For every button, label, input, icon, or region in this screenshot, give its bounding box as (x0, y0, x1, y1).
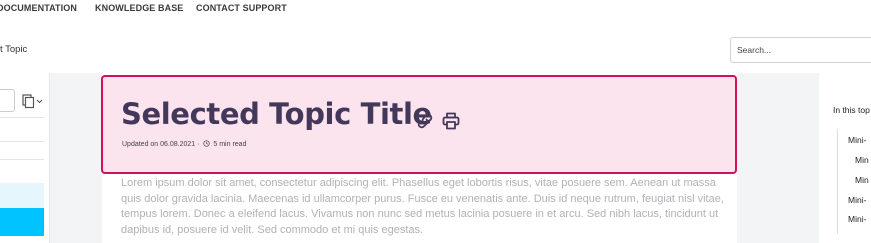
toc-item[interactable]: Min (855, 155, 869, 165)
sidebar-divider (0, 117, 44, 118)
nav-contact-support[interactable]: CONTACT SUPPORT (196, 3, 287, 13)
article-body: Lorem ipsum dolor sit amet, consectetur … (121, 177, 724, 236)
search-box (730, 37, 871, 63)
search-input[interactable] (731, 38, 871, 62)
page-title: Selected Topic Title (121, 97, 432, 131)
toc-divider (837, 129, 838, 234)
toc-title: In this top (833, 105, 870, 115)
title-card: Selected Topic Title Updated on 06.08.20… (101, 75, 737, 174)
sidebar-divider (0, 159, 44, 160)
sidebar-item-hover[interactable] (0, 183, 44, 208)
sidebar-filter-input[interactable] (0, 89, 15, 112)
content-gutter-right (737, 73, 819, 243)
top-nav: DOCUMENTATION KNOWLEDGE BASE CONTACT SUP… (0, 0, 871, 22)
nav-documentation[interactable]: DOCUMENTATION (0, 3, 77, 13)
breadcrumb[interactable]: t Topic (0, 44, 27, 55)
link-icon[interactable] (415, 111, 435, 131)
toc-item[interactable]: Min (855, 175, 869, 185)
article-meta: Updated on 06.08.2021 · 5 min read (122, 140, 246, 148)
clock-icon (203, 140, 211, 147)
toc-item[interactable]: Mini- (848, 135, 866, 145)
sidebar-item-active[interactable] (0, 208, 44, 236)
content-gutter-left (50, 73, 102, 243)
read-time: 5 min read (213, 141, 247, 148)
toc-item[interactable]: Mini- (848, 214, 866, 224)
meta-separator: · (197, 141, 200, 148)
print-icon[interactable] (441, 111, 461, 131)
nav-knowledge-base[interactable]: KNOWLEDGE BASE (95, 3, 183, 13)
copy-dropdown-icon[interactable] (20, 93, 44, 109)
toc-panel: In this top Mini- Min Min Mini- Mini- (819, 73, 871, 243)
left-sidebar (0, 73, 50, 243)
toc-item[interactable]: Mini- (848, 195, 866, 205)
updated-date: Updated on 06.08.2021 (122, 141, 196, 148)
sidebar-divider (0, 141, 44, 142)
